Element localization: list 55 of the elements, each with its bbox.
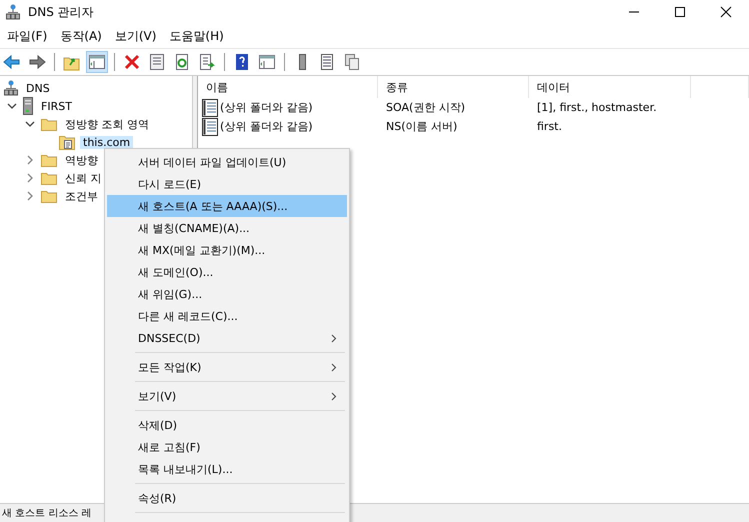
menu-item[interactable]: 목록 내보내기(L)... bbox=[107, 458, 347, 480]
pane-icon[interactable] bbox=[87, 52, 107, 72]
menu-item[interactable]: 다시 로드(E) bbox=[107, 173, 347, 195]
table-cell-text: first. bbox=[536, 120, 563, 133]
menu-item[interactable]: DNSSEC(D) bbox=[107, 327, 347, 349]
folder-icon bbox=[41, 172, 57, 184]
menu-item[interactable]: 새 MX(메일 교환기)(M)... bbox=[107, 239, 347, 261]
table-cell-text: SOA(권한 시작) bbox=[385, 100, 466, 115]
delete-icon[interactable] bbox=[122, 52, 142, 72]
tree-item[interactable]: DNS bbox=[23, 82, 53, 94]
menu-item[interactable]: 동작(A) bbox=[55, 26, 110, 46]
menu-item[interactable]: 새 도메인(O)... bbox=[107, 261, 347, 283]
app-icon bbox=[6, 4, 20, 20]
table-cell: (상위 폴더와 같음) bbox=[220, 119, 313, 134]
menu-item[interactable]: 새 호스트(A 또는 AAAA)(S)... bbox=[107, 195, 347, 217]
menu-item[interactable]: 새 별칭(CNAME)(A)... bbox=[107, 217, 347, 239]
properties-icon[interactable] bbox=[147, 52, 167, 72]
tree-item[interactable]: 신뢰 지 bbox=[62, 170, 104, 186]
menu-item[interactable]: 보기(V) bbox=[110, 26, 164, 46]
tree-item[interactable]: FIRST bbox=[38, 100, 75, 112]
table-cell-text: NS(이름 서버) bbox=[385, 119, 458, 134]
server-icon bbox=[23, 97, 33, 115]
window-title: DNS 관리자 bbox=[28, 4, 94, 20]
menu-item[interactable]: 새로 고침(F) bbox=[107, 436, 347, 458]
table-cell: (상위 폴더와 같음) bbox=[220, 100, 313, 115]
status-text: 새 호스트 리소스 레 bbox=[2, 507, 92, 520]
forward-arrow-icon[interactable] bbox=[27, 52, 47, 72]
menu-item[interactable]: 파일(F) bbox=[2, 26, 56, 46]
menu-item[interactable]: 속성(R) bbox=[107, 487, 347, 509]
menu-item[interactable]: 삭제(D) bbox=[107, 414, 347, 436]
menu-item[interactable]: 보기(V) bbox=[107, 385, 347, 407]
back-arrow-icon[interactable] bbox=[2, 52, 22, 72]
tree-item[interactable]: 정방향 조회 영역 bbox=[62, 116, 152, 132]
menu-item[interactable]: 도움말(H) bbox=[164, 26, 232, 46]
folder-icon bbox=[41, 118, 57, 130]
record-icon bbox=[202, 98, 218, 116]
tree-item[interactable]: this.com bbox=[80, 136, 134, 148]
column-header[interactable]: 종류 bbox=[378, 76, 529, 98]
copy-icon[interactable] bbox=[342, 52, 362, 72]
network-icon bbox=[4, 80, 18, 96]
zone-icon bbox=[59, 134, 75, 150]
folder-icon bbox=[41, 190, 57, 202]
column-header[interactable]: 이름 bbox=[198, 76, 378, 98]
menu-item[interactable]: 모든 작업(K) bbox=[107, 356, 347, 378]
pane-icon[interactable] bbox=[257, 52, 277, 72]
record-icon bbox=[202, 118, 218, 136]
menu-item[interactable]: 서버 데이터 파일 업데이트(U) bbox=[107, 151, 347, 173]
table-cell-text: [1], first., hostmaster. bbox=[536, 101, 658, 114]
menu-item[interactable]: 다른 새 레코드(C)... bbox=[107, 305, 347, 327]
folder-icon bbox=[41, 154, 57, 166]
menu-item[interactable]: 새 위임(G)... bbox=[107, 283, 347, 305]
column-header[interactable]: 데이터 bbox=[529, 76, 691, 98]
tree-item[interactable]: 역방향 bbox=[62, 152, 101, 168]
export-icon[interactable] bbox=[197, 52, 217, 72]
tree-item[interactable]: 조건부 bbox=[62, 188, 101, 204]
